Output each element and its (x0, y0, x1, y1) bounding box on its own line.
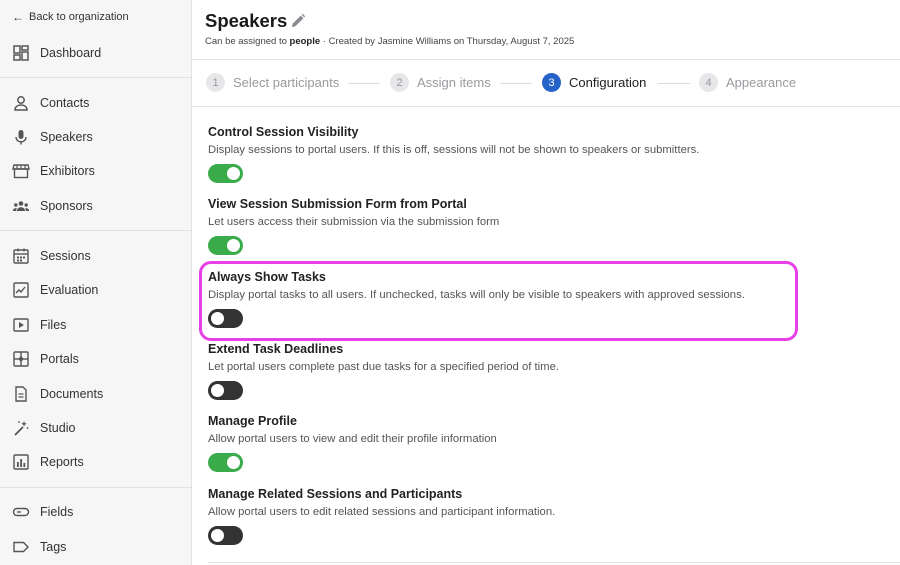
sidebar-item-exhibitors[interactable]: Exhibitors (12, 160, 182, 182)
stepper-divider (192, 106, 900, 107)
step-number: 1 (206, 73, 225, 92)
sidebar-item-label: Dashboard (40, 46, 102, 60)
magic-wand-icon (14, 421, 29, 436)
step-select-participants[interactable]: 1 Select participants (206, 73, 339, 92)
bar-chart-icon (13, 454, 29, 470)
microphone-icon (15, 130, 27, 145)
setting-title: Manage Profile (208, 414, 297, 428)
sidebar-item-label: Fields (40, 505, 74, 519)
sidebar-item-studio[interactable]: Studio (12, 417, 182, 439)
pencil-icon[interactable] (290, 13, 306, 29)
sidebar-item-reports[interactable]: Reports (12, 451, 182, 473)
calendar-icon (13, 248, 29, 264)
play-file-icon (13, 318, 29, 332)
header-divider (192, 59, 900, 60)
sidebar-item-label: Studio (40, 421, 76, 435)
page-subtitle: Can be assigned to people · Created by J… (205, 36, 574, 47)
sidebar-item-dashboard[interactable]: Dashboard (12, 42, 182, 64)
input-field-icon (12, 507, 30, 517)
setting-title: Manage Related Sessions and Participants (208, 487, 463, 501)
arrow-left-icon: ← (12, 10, 24, 24)
sidebar-item-sessions[interactable]: Sessions (12, 245, 182, 267)
sidebar-item-evaluation[interactable]: Evaluation (12, 279, 182, 301)
sidebar-item-label: Files (40, 318, 67, 332)
setting-description: Display sessions to portal users. If thi… (208, 144, 700, 156)
toggle-knob (227, 456, 240, 469)
setting-description: Allow portal users to edit related sessi… (208, 506, 556, 518)
sidebar-item-sponsors[interactable]: Sponsors (12, 195, 182, 217)
sidebar-item-label: Reports (40, 455, 84, 469)
toggle-switch[interactable] (208, 164, 243, 183)
toggle-knob (211, 384, 224, 397)
setting-manage-related-sessions: Manage Related Sessions and Participants… (208, 487, 556, 545)
sidebar-item-label: Tags (40, 540, 67, 554)
sidebar-item-label: Documents (40, 387, 104, 401)
step-label: Assign items (417, 75, 491, 90)
step-appearance[interactable]: 4 Appearance (699, 73, 796, 92)
sidebar-item-portals[interactable]: Portals (12, 348, 182, 370)
sidebar-item-label: Sessions (40, 249, 91, 263)
chart-edit-icon (13, 282, 29, 298)
setting-title: View Session Submission Form from Portal (208, 197, 467, 211)
sidebar-item-label: Sponsors (40, 199, 93, 213)
tag-icon (13, 541, 29, 553)
step-label: Appearance (726, 75, 797, 90)
step-label: Configuration (569, 75, 647, 90)
sidebar-item-contacts[interactable]: Contacts (12, 92, 182, 114)
toggle-knob (227, 167, 240, 180)
toggle-switch[interactable] (208, 381, 243, 400)
step-assign-items[interactable]: 2 Assign items (390, 73, 491, 92)
setting-control-session-visibility: Control Session Visibility Display sessi… (208, 125, 700, 183)
storefront-icon (12, 164, 30, 179)
dashboard-icon (13, 45, 29, 61)
toggle-switch[interactable] (208, 236, 243, 255)
subtitle-assignee-type: people (289, 36, 321, 47)
step-number: 2 (390, 73, 409, 92)
sidebar-item-speakers[interactable]: Speakers (12, 126, 182, 148)
setting-description: Allow portal users to view and edit thei… (208, 433, 497, 445)
back-label: Back to organization (29, 11, 129, 23)
sidebar-item-label: Speakers (40, 130, 93, 144)
sidebar-item-label: Evaluation (40, 283, 99, 297)
page-title: Speakers (205, 10, 288, 31)
person-icon (14, 96, 28, 111)
subtitle-created-by: · Created by Jasmine Williams on Thursda… (320, 36, 575, 47)
step-label: Select participants (233, 75, 340, 90)
setting-description: Let portal users complete past due tasks… (208, 361, 560, 373)
sidebar-item-label: Exhibitors (40, 164, 95, 178)
step-configuration[interactable]: 3 Configuration (542, 73, 646, 92)
step-connector (658, 83, 690, 84)
step-connector (348, 83, 380, 84)
sidebar-item-documents[interactable]: Documents (12, 383, 182, 405)
toggle-knob (211, 529, 224, 542)
toggle-switch[interactable] (208, 526, 243, 545)
step-number: 3 (542, 73, 561, 92)
setting-description: Let users access their submission via th… (208, 216, 500, 228)
sidebar-item-files[interactable]: Files (12, 314, 182, 336)
sidebar-divider (0, 487, 192, 488)
sidebar-item-tags[interactable]: Tags (12, 536, 182, 558)
sidebar-divider (0, 77, 192, 78)
sidebar: ← Back to organization Dashboard Contact… (0, 0, 192, 565)
toggle-switch[interactable] (208, 453, 243, 472)
portal-icon (13, 351, 29, 367)
setting-title: Control Session Visibility (208, 125, 359, 139)
toggle-knob (227, 239, 240, 252)
sidebar-divider (0, 230, 192, 231)
setting-view-session-submission-form: View Session Submission Form from Portal… (208, 197, 500, 255)
setting-extend-task-deadlines: Extend Task Deadlines Let portal users c… (208, 342, 560, 400)
highlight-annotation (199, 261, 798, 341)
subtitle-prefix: Can be assigned to (205, 36, 290, 47)
step-number: 4 (699, 73, 718, 92)
sidebar-item-label: Contacts (40, 96, 90, 110)
group-icon (12, 201, 30, 211)
sidebar-item-fields[interactable]: Fields (12, 501, 182, 523)
back-to-organization-link[interactable]: ← Back to organization (12, 11, 129, 23)
setting-title: Extend Task Deadlines (208, 342, 344, 356)
bottom-divider (208, 562, 900, 563)
setting-manage-profile: Manage Profile Allow portal users to vie… (208, 414, 497, 472)
document-icon (15, 386, 27, 402)
sidebar-item-label: Portals (40, 352, 79, 366)
step-connector (500, 83, 532, 84)
